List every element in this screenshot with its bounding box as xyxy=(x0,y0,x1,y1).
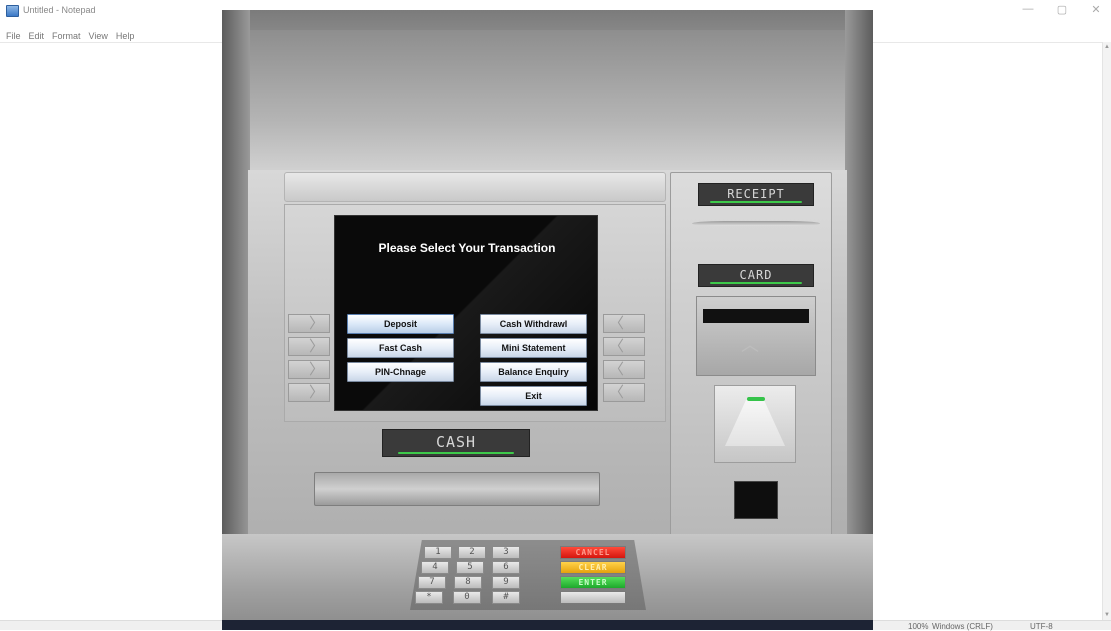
clear-button[interactable]: CLEAR xyxy=(560,561,626,574)
close-icon[interactable]: ✕ xyxy=(1089,3,1103,16)
receipt-slot xyxy=(692,217,820,229)
chevron-right-icon: 〉 xyxy=(308,360,324,378)
deposit-button[interactable]: Deposit xyxy=(347,314,454,334)
minimize-icon[interactable]: — xyxy=(1021,3,1035,16)
chevron-up-icon: ︿ xyxy=(741,335,759,356)
cash-indicator xyxy=(397,452,515,454)
green-led-icon xyxy=(747,397,765,401)
chevron-left-icon: 〈 xyxy=(609,383,625,401)
menu-edit[interactable]: Edit xyxy=(29,31,45,41)
key-hash[interactable]: # xyxy=(492,591,520,604)
receipt-slot-lip xyxy=(692,221,820,226)
side-key-right-3[interactable]: 〈 xyxy=(603,360,645,379)
screen-title: Please Select Your Transaction xyxy=(378,241,556,255)
mini-statement-button[interactable]: Mini Statement xyxy=(480,338,587,358)
card-label: CARD xyxy=(698,264,814,287)
atm-screen: Please Select Your Transaction Deposit F… xyxy=(334,215,598,411)
side-key-left-3[interactable]: 〉 xyxy=(288,360,330,379)
receipt-label: RECEIPT xyxy=(698,183,814,206)
cash-dispenser-slot xyxy=(314,472,600,506)
balance-enquiry-button[interactable]: Balance Enquiry xyxy=(480,362,587,382)
cancel-button[interactable]: CANCEL xyxy=(560,546,626,559)
blank-function-key[interactable] xyxy=(560,591,626,604)
side-key-right-2[interactable]: 〈 xyxy=(603,337,645,356)
vertical-scrollbar[interactable]: ▲ ▼ xyxy=(1102,42,1111,620)
side-key-right-1[interactable]: 〈 xyxy=(603,314,645,333)
key-7[interactable]: 7 xyxy=(418,576,446,589)
side-key-left-4[interactable]: 〉 xyxy=(288,383,330,402)
menu-file[interactable]: File xyxy=(6,31,21,41)
enter-button[interactable]: ENTER xyxy=(560,576,626,589)
menu-help[interactable]: Help xyxy=(116,31,135,41)
card-reader-slot[interactable]: ︿ xyxy=(696,296,816,376)
chevron-right-icon: 〉 xyxy=(308,337,324,355)
key-2[interactable]: 2 xyxy=(458,546,486,559)
key-5[interactable]: 5 xyxy=(456,561,484,574)
chevron-right-icon: 〉 xyxy=(308,383,324,401)
side-key-left-2[interactable]: 〉 xyxy=(288,337,330,356)
atm-ceiling-panel xyxy=(242,30,853,180)
chevron-right-icon: 〉 xyxy=(308,314,324,332)
menu-view[interactable]: View xyxy=(89,31,108,41)
key-0[interactable]: 0 xyxy=(453,591,481,604)
side-key-right-4[interactable]: 〈 xyxy=(603,383,645,402)
camera-icon xyxy=(734,481,778,519)
fast-cash-button[interactable]: Fast Cash xyxy=(347,338,454,358)
card-insert-icon xyxy=(725,400,785,446)
card-insert-indicator xyxy=(714,385,796,463)
atm-machine: 〉 〉 〉 〉 〈 〈 〈 〈 Please Select Your Trans… xyxy=(222,10,873,630)
menu-format[interactable]: Format xyxy=(52,31,81,41)
scroll-up-icon[interactable]: ▲ xyxy=(1104,44,1110,50)
key-9[interactable]: 9 xyxy=(492,576,520,589)
key-8[interactable]: 8 xyxy=(454,576,482,589)
window-title: Untitled - Notepad xyxy=(23,5,96,15)
card-indicator xyxy=(710,282,802,284)
cash-label: CASH xyxy=(382,429,530,457)
window-controls: — ▢ ✕ xyxy=(1021,3,1103,16)
card-label-text: CARD xyxy=(739,268,773,282)
chevron-left-icon: 〈 xyxy=(609,337,625,355)
cash-label-text: CASH xyxy=(435,433,477,451)
key-4[interactable]: 4 xyxy=(421,561,449,574)
atm-top-ledge xyxy=(284,172,666,202)
receipt-label-text: RECEIPT xyxy=(727,187,785,201)
chevron-left-icon: 〈 xyxy=(609,360,625,378)
cash-withdrawal-button[interactable]: Cash Withdrawl xyxy=(480,314,587,334)
pin-change-button[interactable]: PIN-Chnage xyxy=(347,362,454,382)
maximize-icon[interactable]: ▢ xyxy=(1055,3,1069,16)
notepad-icon xyxy=(6,5,19,17)
card-slot-opening xyxy=(703,309,809,323)
key-1[interactable]: 1 xyxy=(424,546,452,559)
key-star[interactable]: * xyxy=(415,591,443,604)
receipt-indicator xyxy=(710,201,802,203)
menu-bar: File Edit Format View Help xyxy=(6,31,134,41)
key-6[interactable]: 6 xyxy=(492,561,520,574)
scroll-down-icon[interactable]: ▼ xyxy=(1104,612,1110,618)
key-3[interactable]: 3 xyxy=(492,546,520,559)
exit-button[interactable]: Exit xyxy=(480,386,587,406)
chevron-left-icon: 〈 xyxy=(609,314,625,332)
side-key-left-1[interactable]: 〉 xyxy=(288,314,330,333)
atm-bottom-strip xyxy=(222,620,873,630)
